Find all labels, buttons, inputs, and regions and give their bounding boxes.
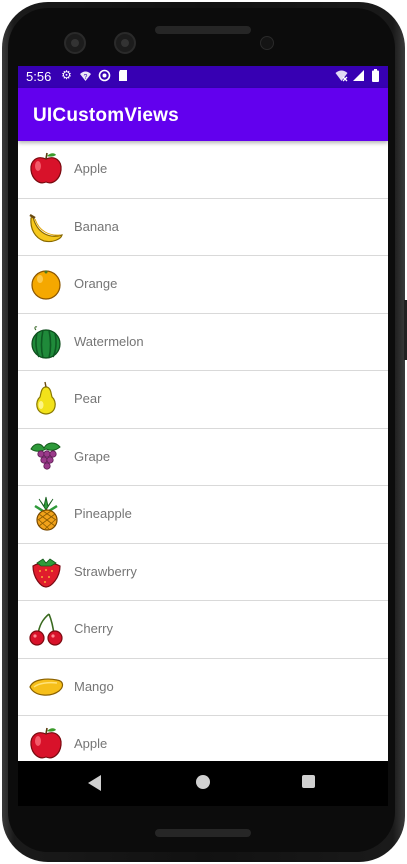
front-camera-icon [114,32,136,54]
fruit-list[interactable]: Apple Banana Orange Watermelon Pear Grap… [18,141,388,761]
fruit-name: Orange [74,276,118,291]
app-bar: UICustomViews [18,88,388,141]
front-camera-icon [64,32,86,54]
mango-icon [29,678,64,696]
proximity-sensor [260,36,274,50]
status-time: 5:56 [26,69,52,84]
fruit-name: Grape [74,448,111,464]
navigation-bar [18,761,388,806]
list-item[interactable]: Pineapple [18,486,388,544]
list-item[interactable]: Pear [18,371,388,429]
fruit-name: Apple [74,736,108,751]
svg-text:?: ? [84,74,88,81]
watermelon-icon [31,325,61,359]
banana-icon [29,213,63,242]
screen: 5:56 ⚙ ? UICustomViews Apple Banana Oran… [18,66,388,806]
list-item[interactable]: Grape [18,429,388,486]
list-item[interactable]: Orange [18,256,388,314]
orange-icon [31,270,61,300]
earpiece-speaker [155,26,251,34]
strawberry-icon [32,557,61,588]
gear-icon: ⚙ [61,68,72,82]
app-title: UICustomViews [33,105,179,126]
pear-icon [36,381,56,415]
fruit-name: Strawberry [74,563,137,579]
fruit-name: Cherry [74,621,114,636]
cherry-icon [29,613,63,646]
phone-frame: 5:56 ⚙ ? UICustomViews Apple Banana Oran… [0,0,407,864]
list-item[interactable]: Cherry [18,601,388,659]
list-item[interactable]: Mango [18,659,388,716]
list-item[interactable]: Apple [18,716,388,761]
wifi-off-icon [335,69,348,82]
pineapple-icon [34,496,58,531]
fruit-name: Watermelon [74,333,144,349]
apple-icon [30,727,62,759]
battery-icon [369,69,382,82]
back-icon[interactable] [88,775,101,791]
apple-icon [30,152,62,184]
list-item[interactable]: Apple [18,141,388,199]
list-item[interactable]: Banana [18,199,388,256]
fruit-name: Pineapple [74,506,132,521]
list-item[interactable]: Strawberry [18,544,388,601]
fruit-name: Mango [74,678,114,694]
recents-icon[interactable] [302,775,315,788]
fruit-name: Banana [74,218,119,234]
sd-card-icon [117,69,130,82]
home-icon[interactable] [196,775,210,789]
grape-icon [30,442,61,470]
at-icon [98,69,111,82]
status-bar: 5:56 ⚙ ? [18,66,388,88]
signal-icon [352,69,365,82]
list-item[interactable]: Watermelon [18,314,388,371]
fruit-name: Apple [74,161,108,176]
bottom-speaker [155,829,251,837]
fruit-name: Pear [74,391,102,406]
wifi-question-icon: ? [79,69,92,82]
